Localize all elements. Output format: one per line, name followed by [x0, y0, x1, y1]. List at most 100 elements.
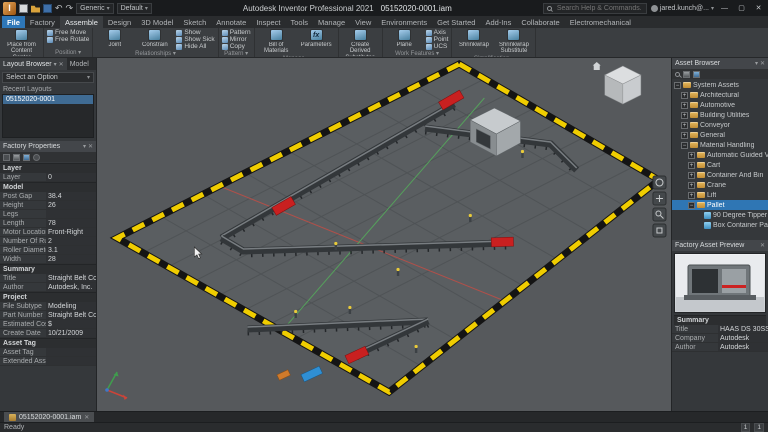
ribbon-button-shrinkwrap-substitute[interactable]: Shrinkwrap Substitute — [495, 29, 532, 55]
ribbon-tab-environments[interactable]: Environments — [376, 16, 432, 28]
document-tab[interactable]: 05152020-0001.iam ✕ — [4, 412, 95, 422]
tree-item-pallet[interactable]: − Pallet — [672, 200, 768, 210]
ribbon-tab-inspect[interactable]: Inspect — [251, 16, 285, 28]
open-file-icon[interactable] — [31, 5, 40, 13]
ribbon-button-joint[interactable]: Joint — [96, 29, 133, 48]
property-section-model[interactable]: Model — [0, 182, 96, 192]
ribbon-button-point[interactable]: Point — [425, 36, 448, 43]
ribbon-button-create-derived-substitutes[interactable]: Create Derived Substitutes — [342, 29, 379, 56]
orbit-icon[interactable] — [652, 175, 667, 190]
ribbon-tab-3d-model[interactable]: 3D Model — [136, 16, 178, 28]
ribbon-tab-collaborate[interactable]: Collaborate — [516, 16, 564, 28]
property-section-layer[interactable]: Layer — [0, 163, 96, 173]
tree-caret-icon[interactable]: + — [688, 181, 695, 189]
tree-item-building-utilities[interactable]: + Building Utilities — [672, 110, 768, 120]
ribbon-tab-sketch[interactable]: Sketch — [178, 16, 211, 28]
property-row-file-subtype[interactable]: File Subtype Modeling — [0, 302, 96, 311]
ribbon-button-hide-all[interactable]: Hide All — [176, 43, 214, 50]
property-row-part-number[interactable]: Part NumberStraight Belt Conveyor — [0, 311, 96, 320]
ribbon-button-ucs[interactable]: UCS — [425, 43, 449, 50]
property-section-asset-tag[interactable]: Asset Tag — [0, 338, 96, 348]
tree-item-conveyor[interactable]: + Conveyor — [672, 120, 768, 130]
tab-layout-browser[interactable]: Layout Browser ▾ ✕ — [0, 58, 67, 70]
zoom-icon[interactable] — [652, 207, 667, 222]
property-section-project[interactable]: Project — [0, 292, 96, 302]
ribbon-tab-design[interactable]: Design — [103, 16, 136, 28]
ribbon-tab-view[interactable]: View — [350, 16, 376, 28]
ribbon-tab-electromechanical[interactable]: Electromechanical — [565, 16, 636, 28]
tree-item-90-degree-tipper[interactable]: 90 Degree Tipper — [672, 210, 768, 220]
ribbon-button-axis[interactable]: Axis — [425, 29, 449, 36]
ribbon-button-plane[interactable]: Plane — [386, 29, 423, 48]
tree-caret-icon[interactable]: + — [688, 171, 695, 179]
search-input[interactable] — [554, 3, 643, 13]
tree-item-system-assets[interactable]: − System Assets — [672, 80, 768, 90]
help-search[interactable] — [542, 2, 647, 14]
viewport[interactable] — [97, 58, 671, 411]
chevron-down-icon[interactable]: ▾ — [83, 143, 86, 150]
ribbon-button-free-move[interactable]: Free Move — [47, 29, 89, 36]
tree-item-box-container-pallet[interactable]: Box Container Pallet — [672, 220, 768, 230]
tree-caret-icon[interactable]: + — [681, 131, 688, 139]
ribbon-button-mirror[interactable]: Mirror — [221, 36, 251, 43]
property-row-asset-tag[interactable]: Asset Tag — [0, 348, 96, 357]
close-icon[interactable]: ✕ — [88, 143, 93, 150]
pan-icon[interactable] — [652, 191, 667, 206]
tree-caret-icon[interactable]: − — [681, 141, 688, 149]
property-row-create-date[interactable]: Create Date 10/21/2009 — [0, 329, 96, 338]
ribbon-button-show-sick[interactable]: Show Sick — [176, 36, 215, 43]
search-icon[interactable] — [675, 71, 680, 77]
ribbon-button-place-from-content-center[interactable]: Place from Content Center — [3, 29, 40, 56]
ribbon-tab-add-ins[interactable]: Add-Ins — [480, 16, 516, 28]
expand-all-icon[interactable] — [23, 153, 30, 161]
property-row-number-of-rungs[interactable]: Number Of Rungs2 — [0, 237, 96, 246]
ribbon-button-parameters[interactable]: fx Parameters — [298, 29, 335, 48]
viewport-canvas[interactable] — [97, 58, 671, 411]
ribbon-button-show[interactable]: Show — [176, 29, 214, 36]
appearance-dropdown[interactable]: Default ▾ — [116, 2, 152, 14]
tree-caret-icon[interactable]: + — [681, 101, 688, 109]
tree-caret-icon[interactable]: + — [681, 91, 688, 99]
property-row-layer[interactable]: Layer 0 — [0, 173, 96, 182]
property-row-author[interactable]: Author Autodesk, Inc. — [0, 283, 96, 292]
property-row-length[interactable]: Length 78 — [0, 219, 96, 228]
property-row-extended-asset-tag[interactable]: Extended Asset Tag — [0, 357, 96, 366]
tree-item-material-handling[interactable]: − Material Handling — [672, 140, 768, 150]
minimize-button[interactable]: — — [718, 5, 731, 12]
conveyor-red-segment[interactable] — [490, 236, 514, 248]
save-icon[interactable] — [43, 3, 52, 13]
sort-icon[interactable] — [13, 153, 20, 161]
ribbon-button-constrain[interactable]: Constrain — [136, 29, 173, 48]
property-row-height[interactable]: Height 26 — [0, 201, 96, 210]
tree-caret-icon[interactable]: + — [688, 161, 695, 169]
ribbon-tab-file[interactable]: File — [2, 16, 25, 28]
app-logo[interactable]: I — [3, 1, 16, 15]
ribbon-button-shrinkwrap[interactable]: Shrinkwrap — [455, 29, 492, 48]
tab-model[interactable]: Model — [67, 58, 92, 70]
recent-layout-item[interactable]: 05152020-0001 — [3, 95, 93, 104]
chevron-down-icon[interactable]: ▾ — [54, 61, 57, 68]
ribbon-tab-annotate[interactable]: Annotate — [211, 16, 251, 28]
property-row-legs[interactable]: Legs — [0, 210, 96, 219]
look-at-icon[interactable] — [652, 223, 667, 238]
ribbon-tab-tools[interactable]: Tools — [286, 16, 314, 28]
add-asset-icon[interactable] — [693, 70, 700, 78]
user-account[interactable]: jared.kunch@... ▾ — [650, 4, 714, 12]
property-section-summary[interactable]: Summary — [0, 264, 96, 274]
tree-item-automotive[interactable]: + Automotive — [672, 100, 768, 110]
close-icon[interactable]: ✕ — [760, 60, 765, 67]
close-icon[interactable]: ✕ — [59, 61, 64, 68]
tree-caret-icon[interactable]: + — [681, 111, 688, 119]
property-row-estimated-cost[interactable]: Estimated Cost $ — [0, 320, 96, 329]
settings-icon[interactable] — [33, 153, 40, 161]
tree-caret-icon[interactable]: + — [688, 151, 695, 159]
refresh-icon[interactable] — [683, 70, 690, 78]
maximize-button[interactable]: ▢ — [735, 4, 748, 12]
undo-icon[interactable]: ↶ — [55, 3, 63, 13]
layout-option-dropdown[interactable]: Select an Option ▾ — [2, 72, 94, 83]
filter-icon[interactable] — [3, 153, 10, 161]
tree-item-container-and-bin[interactable]: + Container And Bin — [672, 170, 768, 180]
property-row-motor-location[interactable]: Motor Location Front-Right — [0, 228, 96, 237]
tree-item-architectural[interactable]: + Architectural — [672, 90, 768, 100]
tree-item-crane[interactable]: + Crane — [672, 180, 768, 190]
